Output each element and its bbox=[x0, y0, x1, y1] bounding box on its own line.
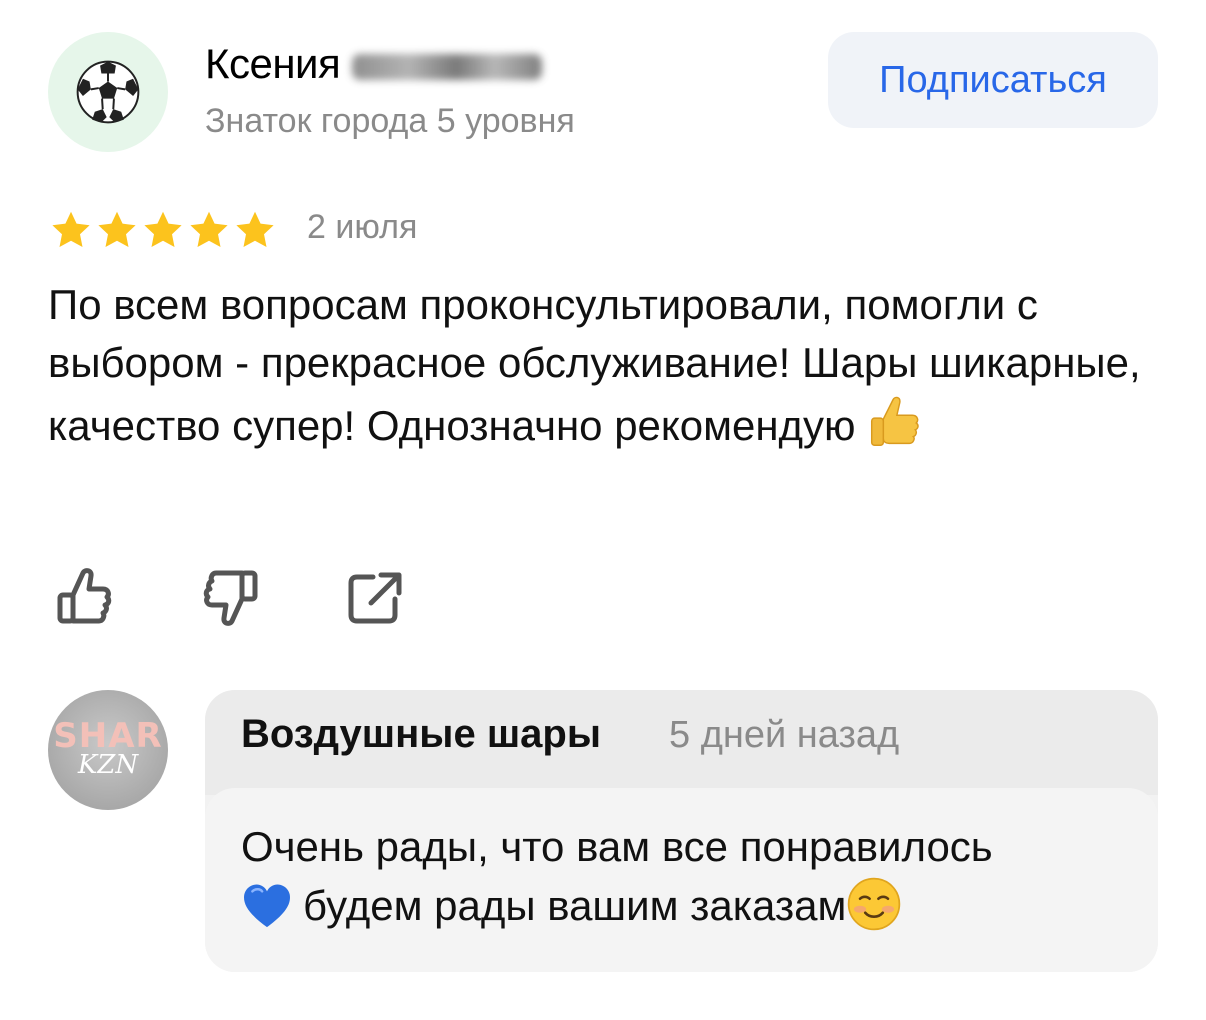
review-date: 2 июля bbox=[307, 208, 418, 246]
user-first-name[interactable]: Ксения bbox=[205, 40, 341, 88]
star-icon bbox=[98, 211, 136, 248]
share-icon bbox=[348, 572, 402, 624]
star-icon bbox=[236, 211, 274, 248]
reply-time: 5 дней назад bbox=[669, 714, 900, 756]
reply-text: Очень рады, что вам все понравилось буде… bbox=[241, 818, 1131, 935]
user-level: Знаток города 5 уровня bbox=[205, 102, 575, 140]
organization-reply: Воздушные шары 5 дней назад Очень рады, … bbox=[205, 690, 1158, 972]
user-name[interactable]: Ксения bbox=[205, 40, 543, 88]
reply-text-line1: Очень рады, что вам все понравилось bbox=[241, 823, 993, 870]
thumbs-up-emoji bbox=[870, 396, 919, 447]
share-button[interactable] bbox=[345, 565, 405, 629]
reply-text-line2: будем рады вашим заказам bbox=[303, 882, 847, 929]
star-icon bbox=[52, 211, 90, 248]
blue-heart-emoji bbox=[244, 884, 290, 928]
logo-text-bottom: KZN bbox=[77, 750, 139, 780]
reply-header: Воздушные шары 5 дней назад bbox=[205, 690, 1158, 795]
smiling-face-emoji bbox=[848, 877, 901, 931]
reply-body: Очень рады, что вам все понравилось буде… bbox=[205, 788, 1158, 972]
dislike-icon bbox=[203, 570, 258, 626]
organization-avatar[interactable]: SHAR KZN bbox=[48, 690, 168, 810]
star-icon bbox=[190, 211, 228, 248]
dislike-button[interactable] bbox=[200, 565, 260, 629]
logo-text-top: SHAR bbox=[53, 716, 163, 756]
reply-author[interactable]: Воздушные шары bbox=[241, 712, 601, 757]
blurred-surname bbox=[352, 54, 543, 80]
like-icon bbox=[57, 568, 112, 624]
like-button[interactable] bbox=[55, 565, 115, 629]
review-text-content: По всем вопросам проконсультировали, пом… bbox=[48, 281, 1141, 449]
user-avatar[interactable] bbox=[48, 32, 168, 152]
subscribe-button[interactable]: Подписаться bbox=[828, 32, 1158, 128]
star-icon bbox=[144, 211, 182, 248]
rating-stars bbox=[48, 207, 278, 253]
soccer-ball-icon bbox=[76, 60, 140, 124]
review-text: По всем вопросам проконсультировали, пом… bbox=[48, 276, 1168, 455]
